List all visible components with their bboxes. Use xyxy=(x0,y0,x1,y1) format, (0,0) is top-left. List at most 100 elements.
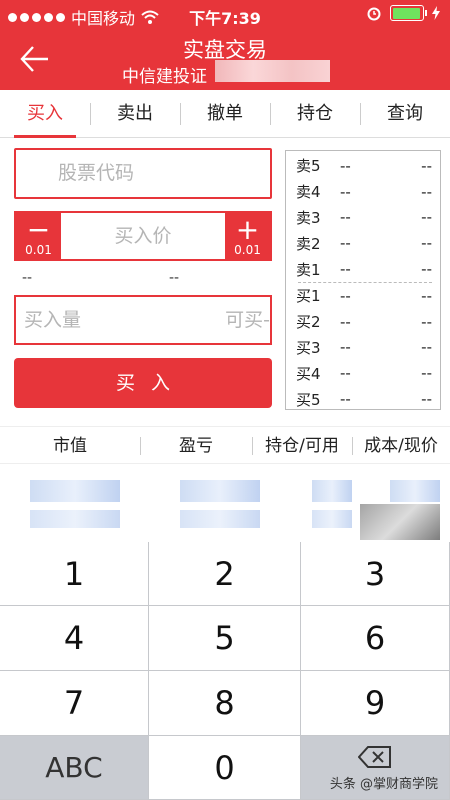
bid-row: 买5 -- -- xyxy=(296,386,432,412)
bid-volume: -- xyxy=(421,286,432,305)
key-6[interactable]: 6 xyxy=(301,606,450,671)
ask-volume: -- xyxy=(421,208,432,227)
bid-row: 买3 -- -- xyxy=(296,335,432,361)
redacted-value xyxy=(312,510,352,528)
ask-label: 卖1 xyxy=(296,260,321,279)
bid-volume: -- xyxy=(421,338,432,357)
tab-cancel[interactable]: 撤单 xyxy=(180,90,270,137)
bid-label: 买3 xyxy=(296,338,321,357)
bid-volume: -- xyxy=(421,390,432,409)
bid-price: -- xyxy=(340,312,351,331)
header: 实盘交易 中信建投证 xyxy=(0,30,450,90)
key-1[interactable]: 1 xyxy=(0,542,149,606)
watermark: 头条 @掌财商学院 xyxy=(329,777,438,792)
ask-row: 卖5 -- -- xyxy=(296,153,432,179)
battery-level xyxy=(392,7,421,19)
tab-positions[interactable]: 持仓 xyxy=(270,90,360,137)
broker-name: 中信建投证 xyxy=(122,67,207,87)
backspace-icon xyxy=(358,745,391,768)
bid-volume: -- xyxy=(421,312,432,331)
redacted-value xyxy=(390,480,440,502)
ask-price: -- xyxy=(340,182,351,201)
bid-price: -- xyxy=(340,338,351,357)
key-9[interactable]: 9 xyxy=(301,671,450,736)
redacted-value xyxy=(360,504,440,540)
quantity-input[interactable]: 买入量 可买- xyxy=(14,295,272,345)
price-decrease-button[interactable]: − 0.01 xyxy=(16,213,61,259)
price-increase-button[interactable]: + 0.01 xyxy=(225,213,270,259)
ask-price: -- xyxy=(340,208,351,227)
ask-row: 卖1 -- -- xyxy=(296,256,432,282)
upper-limit: -- xyxy=(169,270,180,286)
key-abc[interactable]: ABC xyxy=(0,736,149,800)
ask-price: -- xyxy=(340,156,351,175)
redacted-value xyxy=(30,510,120,528)
redacted-value xyxy=(180,510,260,528)
bid-price: -- xyxy=(340,364,351,383)
bid-label: 买4 xyxy=(296,364,321,383)
bid-label: 买5 xyxy=(296,390,321,409)
tab-sell[interactable]: 卖出 xyxy=(90,90,180,137)
bid-row: 买2 -- -- xyxy=(296,309,432,335)
battery-icon xyxy=(390,5,427,21)
bid-volume: -- xyxy=(421,364,432,383)
key-0[interactable]: 0 xyxy=(149,736,301,800)
key-7[interactable]: 7 xyxy=(0,671,149,736)
available-quantity: 可买- xyxy=(225,309,270,331)
bid-label: 买2 xyxy=(296,313,321,332)
key-2[interactable]: 2 xyxy=(149,542,301,606)
lower-limit: -- xyxy=(22,270,33,286)
ask-price: -- xyxy=(340,260,351,279)
ask-label: 卖4 xyxy=(296,183,321,202)
ask-volume: -- xyxy=(421,234,432,253)
ask-label: 卖2 xyxy=(296,234,321,253)
trade-tabs: 买入 卖出 撤单 持仓 查询 xyxy=(0,90,450,138)
column-cost-price: 成本/现价 xyxy=(352,427,450,463)
redacted-value xyxy=(30,480,120,502)
positions-list xyxy=(0,464,450,542)
step-label: 0.01 xyxy=(25,243,52,257)
ask-row: 卖3 -- -- xyxy=(296,205,432,231)
ask-row: 卖4 -- -- xyxy=(296,179,432,205)
price-input[interactable]: 买入价 xyxy=(61,213,225,259)
ask-label: 卖5 xyxy=(296,157,321,176)
charging-icon xyxy=(432,6,440,20)
plus-icon: + xyxy=(235,213,260,246)
column-holding-available: 持仓/可用 xyxy=(252,427,352,463)
ask-volume: -- xyxy=(421,156,432,175)
key-8[interactable]: 8 xyxy=(149,671,301,736)
quantity-placeholder: 买入量 xyxy=(24,309,82,331)
key-5[interactable]: 5 xyxy=(149,606,301,671)
bid-price: -- xyxy=(340,286,351,305)
order-book: 卖5 -- -- 卖4 -- -- 卖3 -- -- 卖2 -- -- 卖1 -- -- 买1 -- -… xyxy=(285,150,441,410)
redacted-value xyxy=(312,480,352,502)
key-3[interactable]: 3 xyxy=(301,542,450,606)
stock-code-input[interactable]: 股票代码 xyxy=(14,148,272,199)
alarm-icon xyxy=(367,7,381,21)
tab-query[interactable]: 查询 xyxy=(360,90,450,137)
tab-buy[interactable]: 买入 xyxy=(0,90,90,138)
status-bar: 中国移动 下午7:39 xyxy=(0,0,450,30)
order-form: 股票代码 − 0.01 买入价 + 0.01 -- -- 买入量 可买- 买入 xyxy=(14,148,272,408)
positions-header: 市值 盈亏 持仓/可用 成本/现价 xyxy=(0,426,450,464)
bid-row: 买4 -- -- xyxy=(296,360,432,386)
ask-row: 卖2 -- -- xyxy=(296,230,432,256)
redacted-value xyxy=(180,480,260,502)
bid-label: 买1 xyxy=(296,287,321,306)
key-4[interactable]: 4 xyxy=(0,606,149,671)
bid-price: -- xyxy=(340,390,351,409)
price-stepper: − 0.01 买入价 + 0.01 xyxy=(14,211,272,261)
ask-volume: -- xyxy=(421,260,432,279)
column-market-value: 市值 xyxy=(53,436,87,456)
buy-button[interactable]: 买入 xyxy=(14,358,272,408)
minus-icon: − xyxy=(26,213,51,246)
column-profit-loss: 盈亏 xyxy=(140,427,252,463)
price-limits: -- -- xyxy=(14,261,272,295)
ask-price: -- xyxy=(340,234,351,253)
redacted-account xyxy=(215,60,330,82)
step-label: 0.01 xyxy=(234,243,261,257)
ask-volume: -- xyxy=(421,182,432,201)
numeric-keypad: 1 2 3 4 5 6 7 8 9 ABC 0 头条 @掌财商学院 xyxy=(0,542,450,800)
bid-row: 买1 -- -- xyxy=(296,283,432,309)
ask-label: 卖3 xyxy=(296,208,321,227)
